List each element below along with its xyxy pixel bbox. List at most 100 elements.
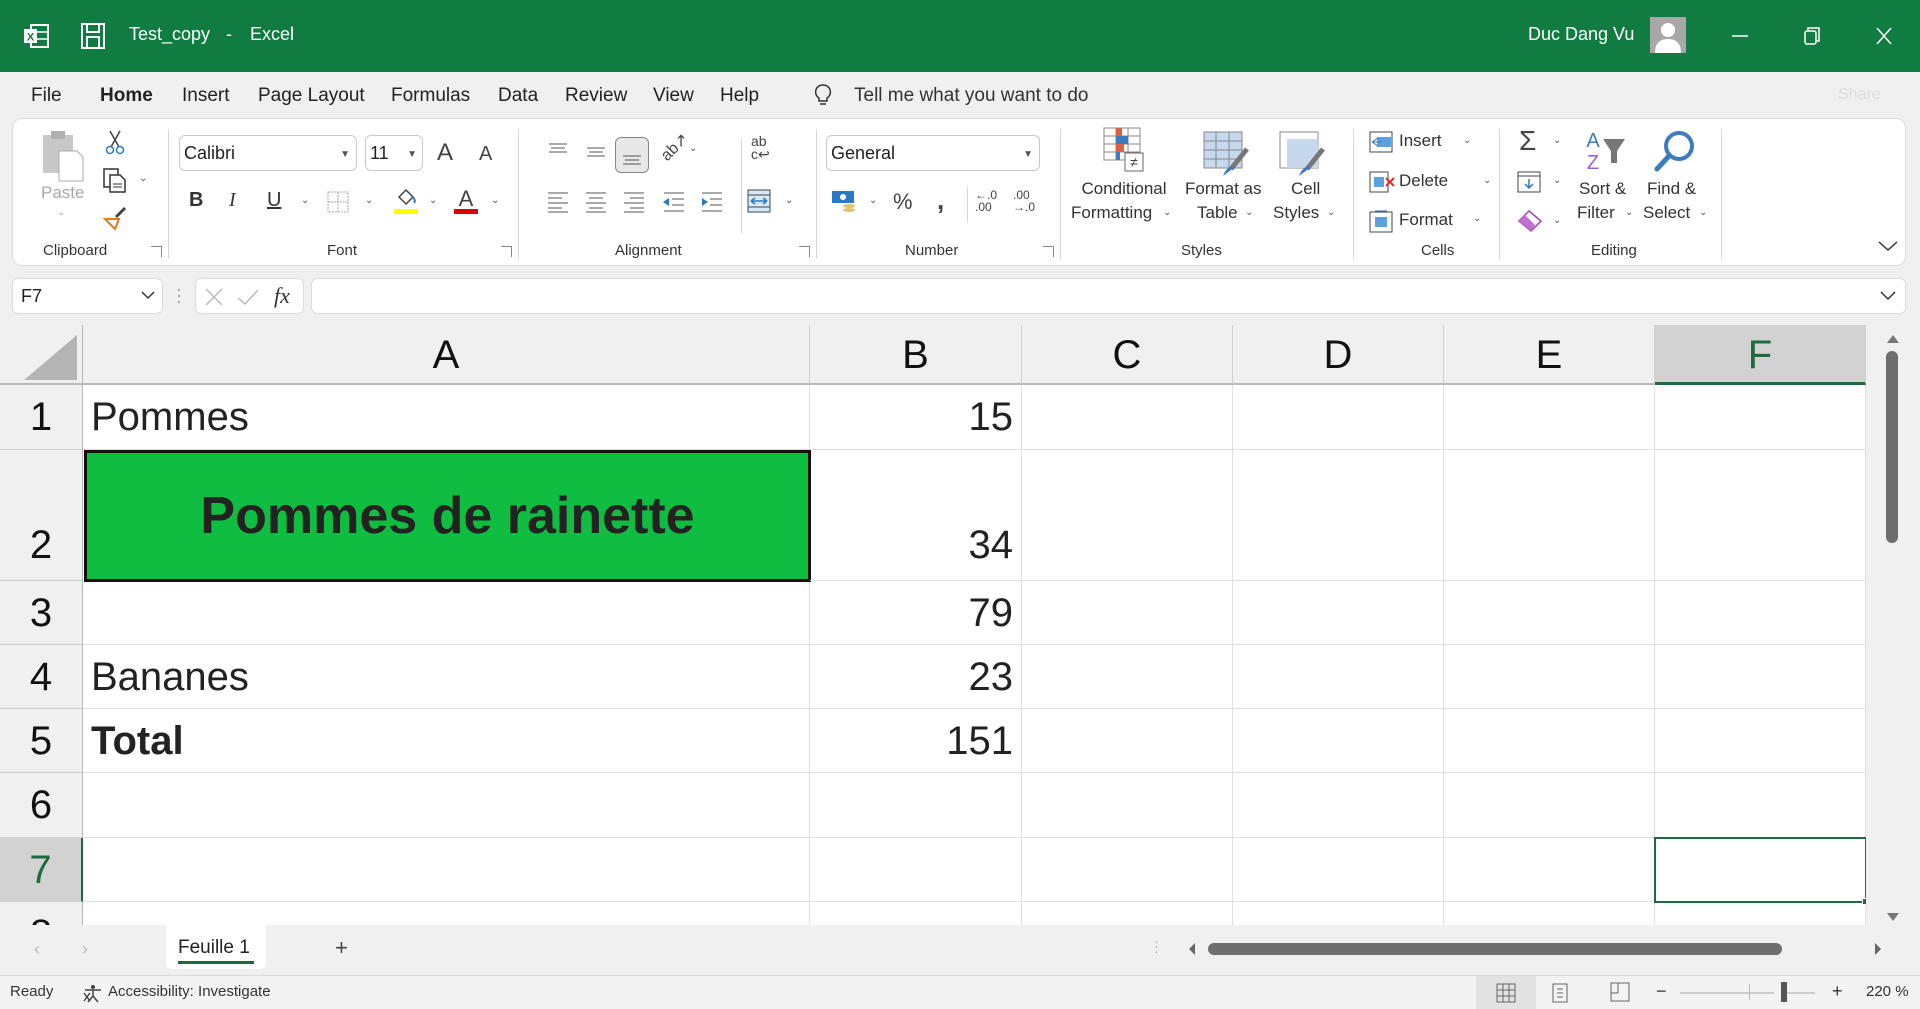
select-all-button[interactable] — [0, 325, 83, 385]
number-format-dropdown[interactable]: General ▼ — [826, 135, 1040, 171]
tab-view[interactable]: View — [653, 85, 694, 107]
cell-styles-label-2[interactable]: Styles — [1273, 203, 1319, 223]
empty-cell[interactable] — [1444, 902, 1655, 925]
empty-cell[interactable] — [1022, 385, 1233, 450]
row-header-6[interactable]: 6 — [0, 773, 83, 838]
delete-cells-icon[interactable] — [1369, 171, 1395, 198]
empty-cell[interactable] — [1022, 581, 1233, 645]
column-header-d[interactable]: D — [1233, 325, 1444, 385]
underline-button[interactable]: U — [267, 189, 281, 212]
scroll-left-icon[interactable] — [1188, 942, 1196, 961]
conditional-formatting-icon[interactable]: ≠ — [1103, 127, 1145, 178]
underline-dropdown-icon[interactable]: ⌄ — [301, 195, 309, 206]
row-header-7[interactable]: 7 — [0, 838, 83, 902]
empty-cell[interactable] — [83, 581, 810, 645]
conditional-formatting-dropdown-icon[interactable]: ⌄ — [1163, 207, 1171, 218]
tab-formulas[interactable]: Formulas — [391, 85, 470, 107]
sheet-tab-feuille-1[interactable]: Feuille 1 — [166, 925, 266, 969]
zoom-out-button[interactable]: − — [1656, 981, 1667, 1002]
column-header-e[interactable]: E — [1444, 325, 1655, 385]
restore-icon[interactable] — [1802, 22, 1822, 55]
share-button[interactable]: Share — [1838, 86, 1881, 104]
autosum-icon[interactable]: Σ — [1519, 125, 1536, 157]
zoom-level[interactable]: 220 % — [1866, 983, 1909, 1000]
empty-cell[interactable] — [1444, 773, 1655, 838]
bold-button[interactable]: B — [189, 189, 203, 212]
empty-cell[interactable] — [1444, 450, 1655, 581]
empty-cell[interactable] — [1655, 581, 1866, 645]
font-color-dropdown-icon[interactable]: ⌄ — [491, 195, 499, 206]
empty-cell[interactable] — [1233, 450, 1444, 581]
align-bottom-button[interactable] — [615, 137, 649, 173]
increase-indent-icon[interactable] — [699, 191, 723, 218]
row-header-1[interactable]: 1 — [0, 385, 83, 450]
conditional-formatting-label-1[interactable]: Conditional — [1075, 179, 1173, 199]
italic-button[interactable]: I — [229, 189, 236, 212]
fill-color-dropdown-icon[interactable]: ⌄ — [429, 195, 437, 206]
row-header-2[interactable]: 2 — [0, 450, 83, 581]
borders-dropdown-icon[interactable]: ⌄ — [365, 195, 373, 206]
empty-cell[interactable] — [1233, 645, 1444, 709]
align-center-icon[interactable] — [585, 191, 607, 218]
comma-style-button[interactable]: , — [937, 185, 944, 216]
formula-input[interactable] — [311, 278, 1906, 314]
column-header-b[interactable]: B — [810, 325, 1022, 385]
empty-cell[interactable] — [1022, 838, 1233, 902]
horizontal-scroll-thumb[interactable] — [1208, 943, 1782, 955]
format-cells-button[interactable]: Format — [1399, 210, 1453, 230]
empty-cell[interactable] — [1444, 838, 1655, 902]
empty-cell[interactable] — [1655, 645, 1866, 709]
empty-cell[interactable] — [1655, 709, 1866, 773]
cut-icon[interactable] — [105, 129, 125, 160]
font-launcher-icon[interactable] — [501, 246, 512, 257]
minimize-icon[interactable] — [1730, 22, 1750, 55]
cell-a2[interactable]: Pommes de rainette — [84, 450, 811, 582]
merge-dropdown-icon[interactable]: ⌄ — [785, 195, 793, 206]
page-break-preview-icon[interactable] — [1610, 982, 1630, 1006]
alignment-launcher-icon[interactable] — [799, 246, 810, 257]
accessibility-icon[interactable] — [82, 983, 104, 1007]
cell-styles-label-1[interactable]: Cell — [1291, 179, 1320, 199]
column-header-f[interactable]: F — [1655, 325, 1866, 385]
empty-cell[interactable] — [1655, 450, 1866, 581]
tab-home[interactable]: Home — [100, 85, 153, 107]
row-header-4[interactable]: 4 — [0, 645, 83, 709]
percent-button[interactable]: % — [893, 189, 913, 215]
shrink-font-button[interactable]: A — [479, 143, 492, 166]
font-name-dropdown[interactable]: Calibri ▼ — [179, 135, 357, 171]
cell-b2[interactable]: 34 — [810, 450, 1022, 581]
tell-me-search[interactable]: Tell me what you want to do — [854, 85, 1088, 107]
sort-filter-label-1[interactable]: Sort & — [1579, 179, 1626, 199]
cell-b3[interactable]: 79 — [810, 581, 1022, 645]
empty-cell[interactable] — [810, 902, 1022, 925]
empty-cell[interactable] — [1444, 581, 1655, 645]
orientation-dropdown-icon[interactable]: ⌄ — [689, 143, 697, 154]
spreadsheet-grid[interactable]: A B C D E F 1 2 3 4 5 6 7 8 Pommes 15 Po… — [0, 325, 1866, 925]
active-cell-f7[interactable] — [1654, 837, 1866, 903]
sort-filter-label-2[interactable]: Filter — [1577, 203, 1615, 223]
name-box[interactable]: F7 — [12, 278, 163, 314]
sort-filter-dropdown-icon[interactable]: ⌄ — [1625, 207, 1633, 218]
format-as-table-label-2[interactable]: Table — [1197, 203, 1238, 223]
tab-file[interactable]: File — [31, 85, 62, 107]
scroll-up-icon[interactable] — [1886, 331, 1900, 349]
font-size-dropdown[interactable]: 11 ▼ — [365, 135, 423, 171]
align-left-icon[interactable] — [547, 191, 569, 218]
expand-formula-bar-icon[interactable] — [1879, 287, 1897, 308]
empty-cell[interactable] — [810, 838, 1022, 902]
empty-cell[interactable] — [1022, 902, 1233, 925]
formula-bar-grip-icon[interactable]: · · · — [176, 280, 182, 310]
paste-dropdown-icon[interactable]: ⌄ — [57, 207, 65, 218]
font-color-icon[interactable]: A — [453, 185, 479, 220]
find-select-icon[interactable] — [1651, 129, 1697, 180]
fill-color-icon[interactable] — [393, 185, 419, 220]
cell-b5[interactable]: 151 — [810, 709, 1022, 773]
vertical-scrollbar[interactable] — [1866, 325, 1920, 925]
empty-cell[interactable] — [1233, 709, 1444, 773]
empty-cell[interactable] — [1233, 902, 1444, 925]
align-middle-icon[interactable] — [585, 145, 607, 166]
format-as-table-dropdown-icon[interactable]: ⌄ — [1245, 207, 1253, 218]
insert-cells-dropdown-icon[interactable]: ⌄ — [1463, 135, 1471, 146]
prev-sheet-icon[interactable]: ‹ — [34, 939, 40, 960]
clear-icon[interactable] — [1517, 209, 1543, 238]
